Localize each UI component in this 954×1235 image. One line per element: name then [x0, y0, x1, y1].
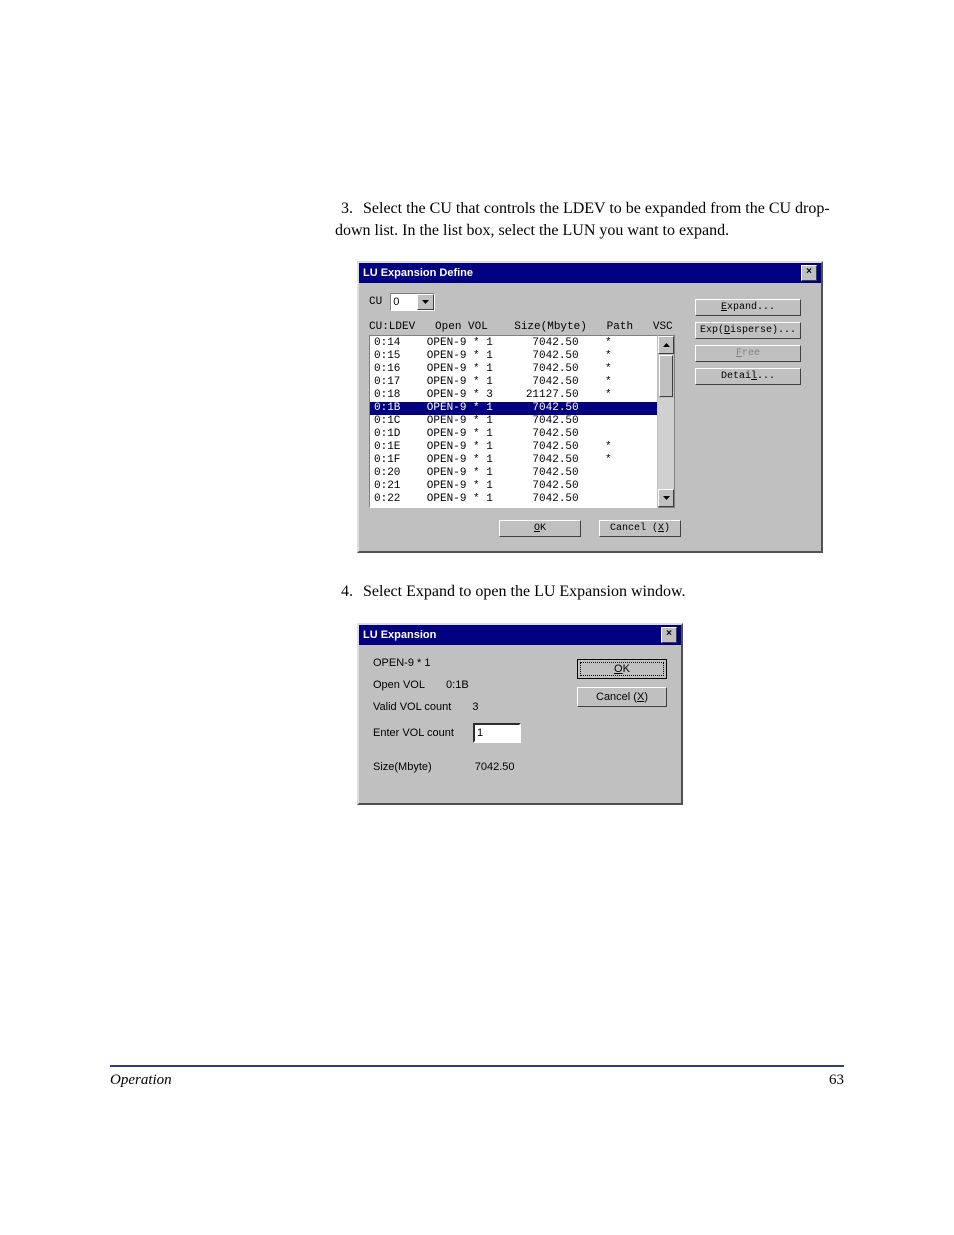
- step-4-number: 4.: [335, 581, 353, 603]
- entercount-label: Enter VOL count: [373, 727, 454, 739]
- ok-button[interactable]: OK: [577, 659, 667, 679]
- cu-label: CU: [369, 296, 382, 308]
- validcount-value: 3: [472, 701, 478, 713]
- dialog2-titlebar[interactable]: LU Expansion ×: [359, 625, 681, 645]
- cancel-button[interactable]: Cancel (X): [599, 520, 681, 537]
- list-row[interactable]: 0:21 OPEN-9 * 1 7042.50: [370, 480, 657, 493]
- page-footer: Operation 63: [110, 1072, 844, 1089]
- close-icon[interactable]: ×: [801, 265, 817, 281]
- list-row[interactable]: 0:14 OPEN-9 * 1 7042.50 *: [370, 337, 657, 350]
- entercount-input[interactable]: [473, 723, 521, 743]
- list-row[interactable]: 0:1B OPEN-9 * 1 7042.50: [370, 402, 657, 415]
- scroll-up-icon[interactable]: [658, 336, 674, 354]
- scroll-track[interactable]: [658, 398, 674, 489]
- open-type-value: OPEN-9 * 1: [373, 657, 430, 669]
- scroll-thumb[interactable]: [659, 355, 673, 397]
- step-3-number: 3.: [335, 198, 353, 220]
- dialog1-title: LU Expansion Define: [363, 267, 473, 279]
- dialog1-titlebar[interactable]: LU Expansion Define ×: [359, 263, 821, 283]
- step-3: 3. Select the CU that controls the LDEV …: [335, 198, 844, 241]
- ok-button[interactable]: OK: [499, 520, 581, 537]
- exp-disperse-button[interactable]: Exp(Disperse)...: [695, 322, 801, 339]
- detail-button[interactable]: Detail...: [695, 368, 801, 385]
- list-row[interactable]: 0:18 OPEN-9 * 3 21127.50 *: [370, 389, 657, 402]
- list-row[interactable]: 0:1D OPEN-9 * 1 7042.50: [370, 428, 657, 441]
- size-label: Size(Mbyte): [373, 761, 432, 773]
- expand-button[interactable]: Expand...: [695, 299, 801, 316]
- list-row[interactable]: 0:1F OPEN-9 * 1 7042.50 *: [370, 454, 657, 467]
- footer-section: Operation: [110, 1072, 172, 1089]
- lu-expansion-dialog: LU Expansion × OPEN-9 * 1 Open VOL 0:1B …: [357, 623, 683, 805]
- list-row[interactable]: 0:17 OPEN-9 * 1 7042.50 *: [370, 376, 657, 389]
- lu-expansion-define-dialog: LU Expansion Define × CU CU:L: [357, 261, 823, 553]
- dialog2-title: LU Expansion: [363, 629, 436, 641]
- size-value: 7042.50: [475, 761, 515, 773]
- scrollbar[interactable]: [658, 335, 675, 508]
- scroll-down-icon[interactable]: [658, 489, 674, 507]
- list-row[interactable]: 0:22 OPEN-9 * 1 7042.50: [370, 493, 657, 506]
- chevron-down-icon[interactable]: [417, 294, 434, 310]
- validcount-label: Valid VOL count: [373, 701, 451, 713]
- footer-page-number: 63: [829, 1072, 844, 1089]
- openvol-value: 0:1B: [446, 679, 469, 691]
- close-icon[interactable]: ×: [661, 627, 677, 643]
- list-row[interactable]: 0:1E OPEN-9 * 1 7042.50 *: [370, 441, 657, 454]
- step-4: 4. Select Expand to open the LU Expansio…: [335, 581, 844, 603]
- ldev-listbox[interactable]: 0:14 OPEN-9 * 1 7042.50 * 0:15 OPEN-9 * …: [369, 335, 658, 508]
- step-3-text: Select the CU that controls the LDEV to …: [335, 200, 830, 239]
- step-4-text: Select Expand to open the LU Expansion w…: [363, 583, 685, 600]
- cu-dropdown[interactable]: [390, 293, 435, 311]
- list-row[interactable]: 0:1C OPEN-9 * 1 7042.50: [370, 415, 657, 428]
- cancel-button[interactable]: Cancel (X): [577, 687, 667, 707]
- footer-rule: [110, 1065, 844, 1067]
- list-row[interactable]: 0:15 OPEN-9 * 1 7042.50 *: [370, 350, 657, 363]
- cu-dropdown-value[interactable]: [391, 294, 417, 310]
- free-button: Free: [695, 345, 801, 362]
- list-row[interactable]: 0:16 OPEN-9 * 1 7042.50 *: [370, 363, 657, 376]
- openvol-label: Open VOL: [373, 679, 425, 691]
- list-row[interactable]: 0:20 OPEN-9 * 1 7042.50: [370, 467, 657, 480]
